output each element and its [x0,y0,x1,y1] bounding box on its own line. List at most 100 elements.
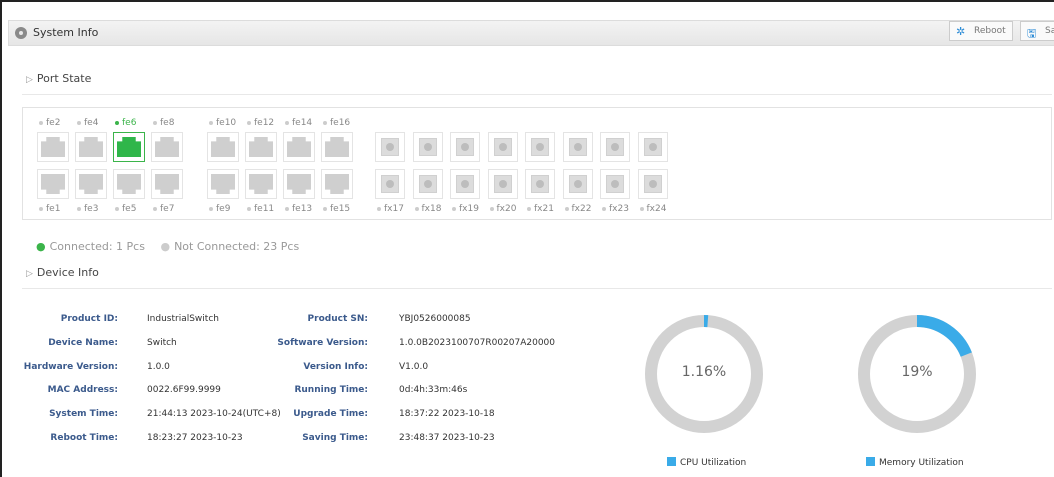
port-label-fe16: fe16 [323,118,350,128]
port-label-fx18: fx18 [414,204,441,214]
info-label: Hardware Version: [23,362,118,372]
port-label-fe1: fe1 [39,204,60,214]
reboot-label: Reboot [974,26,1006,36]
fiber-port-fx24-b[interactable] [637,169,668,199]
info-value: 18:37:22 2023-10-18 [399,409,495,419]
fiber-port-fx19-a[interactable] [450,132,480,162]
port-label-fe12: fe12 [247,118,274,128]
info-label: Software Version: [277,338,368,348]
port-label-fe7: fe7 [153,204,174,214]
info-value: 18:23:27 2023-10-23 [147,433,243,443]
memory-utilization-value: 19% [901,364,933,380]
reboot-button[interactable]: ✲ Reboot [949,21,1013,41]
fiber-port-fx18-a[interactable] [412,132,443,162]
port-label-fx17: fx17 [377,204,404,214]
info-label: Reboot Time: [50,433,118,443]
ethernet-port-fe12[interactable] [245,132,277,162]
info-label: Saving Time: [302,433,368,443]
info-label: Upgrade Time: [293,409,368,419]
fiber-port-fx23-a[interactable] [600,132,630,162]
ethernet-port-fe14[interactable] [283,132,315,162]
fiber-port-fx19-b[interactable] [450,169,480,199]
not-connected-dot-icon: ● [160,240,171,253]
memory-legend: Memory Utilization [866,457,964,468]
ethernet-port-fe3[interactable] [75,169,107,199]
fiber-port-fx21-a[interactable] [525,132,555,162]
fiber-port-fx20-a[interactable] [487,132,518,162]
ethernet-port-fe10[interactable] [207,132,239,162]
fiber-port-fx17-b[interactable] [375,169,405,199]
port-label-fe15: fe15 [323,204,350,214]
fiber-port-fx22-a[interactable] [562,132,593,162]
fiber-port-fx20-b[interactable] [487,169,518,199]
legend-not-connected: Not Connected: 23 Pcs [174,240,300,253]
port-label-fe2: fe2 [39,118,60,128]
ethernet-port-fe6[interactable] [113,132,145,162]
port-label-fe5: fe5 [115,204,136,214]
ethernet-port-fe1[interactable] [37,169,69,199]
port-label-fe14: fe14 [285,118,312,128]
fiber-port-fx18-b[interactable] [412,169,443,199]
expand-arrow-icon: ▷ [26,269,33,279]
port-label-fx22: fx22 [564,204,591,214]
port-label-fx21: fx21 [527,204,554,214]
ethernet-port-fe13[interactable] [283,169,315,199]
ethernet-port-fe2[interactable] [37,132,69,162]
info-circle-icon [15,27,27,39]
port-label-fx19: fx19 [452,204,479,214]
fiber-port-fx24-a[interactable] [637,132,668,162]
fiber-port-fx22-b[interactable] [562,169,593,199]
ethernet-port-fe7[interactable] [151,169,183,199]
save-label: Sav [1045,26,1054,36]
info-value: YBJ0526000085 [399,314,471,324]
info-value: Switch [147,338,177,348]
port-label-fe11: fe11 [247,204,274,214]
expand-arrow-icon: ▷ [26,75,33,85]
info-value: 23:48:37 2023-10-23 [399,433,495,443]
cpu-utilization-value: 1.16% [681,364,727,380]
legend-connected: Connected: 1 Pcs [49,240,145,253]
ethernet-port-fe9[interactable] [207,169,239,199]
cpu-legend-swatch [667,457,676,466]
system-info-panel: System Info ✲ Reboot 🖫 Sav ▷Port State f… [0,0,1054,477]
ethernet-port-fe11[interactable] [245,169,277,199]
fiber-port-fx21-b[interactable] [525,169,555,199]
ethernet-port-fe15[interactable] [321,169,353,199]
info-value: 21:44:13 2023-10-24(UTC+8) [147,409,281,419]
ethernet-port-fe5[interactable] [113,169,145,199]
info-label: MAC Address: [47,385,118,395]
page-title: System Info [33,26,99,39]
info-value: 1.0.0B2023100707R00207A20000 [399,338,556,348]
connected-dot-icon: ● [36,240,46,253]
info-value: IndustrialSwitch [147,314,219,324]
port-panel: fe2 fe4 fe6 fe8 fe10 fe12 fe14 fe16 fe1 fe3 fe5 fe7… [22,107,1052,220]
save-button[interactable]: 🖫 Sav [1020,21,1054,41]
info-label: Product SN: [307,314,368,324]
info-label: Product ID: [60,314,118,324]
port-legend: ● Connected: 1 Pcs ● Not Connected: 23 Pcs [36,240,299,253]
ethernet-port-fe4[interactable] [75,132,107,162]
save-disk-icon: 🖫 [1027,27,1037,40]
memory-legend-swatch [866,457,875,466]
port-state-heading[interactable]: ▷ Port State [26,72,91,85]
port-label-fe10: fe10 [209,118,236,128]
port-label-fx23: fx23 [602,204,629,214]
fiber-port-fx17-a[interactable] [375,132,405,162]
port-label-fx24: fx24 [639,204,666,214]
ethernet-port-fe16[interactable] [321,132,353,162]
port-label-fx20: fx20 [489,204,516,214]
device-info-heading[interactable]: ▷ Device Info [26,266,99,279]
info-value: 0022.6F99.9999 [147,385,221,395]
info-value: V1.0.0 [399,362,429,372]
fiber-port-fx23-b[interactable] [600,169,630,199]
port-label-fe3: fe3 [77,204,98,214]
panel-header: System Info ✲ Reboot 🖫 Sav [8,20,1054,46]
divider [22,288,1052,289]
divider [22,94,1052,95]
port-label-fe9: fe9 [209,204,230,214]
info-label: Running Time: [294,385,368,395]
port-label-fe13: fe13 [285,204,312,214]
port-label-fe4: fe4 [77,118,98,128]
reboot-spinner-icon: ✲ [956,25,966,38]
ethernet-port-fe8[interactable] [151,132,183,162]
